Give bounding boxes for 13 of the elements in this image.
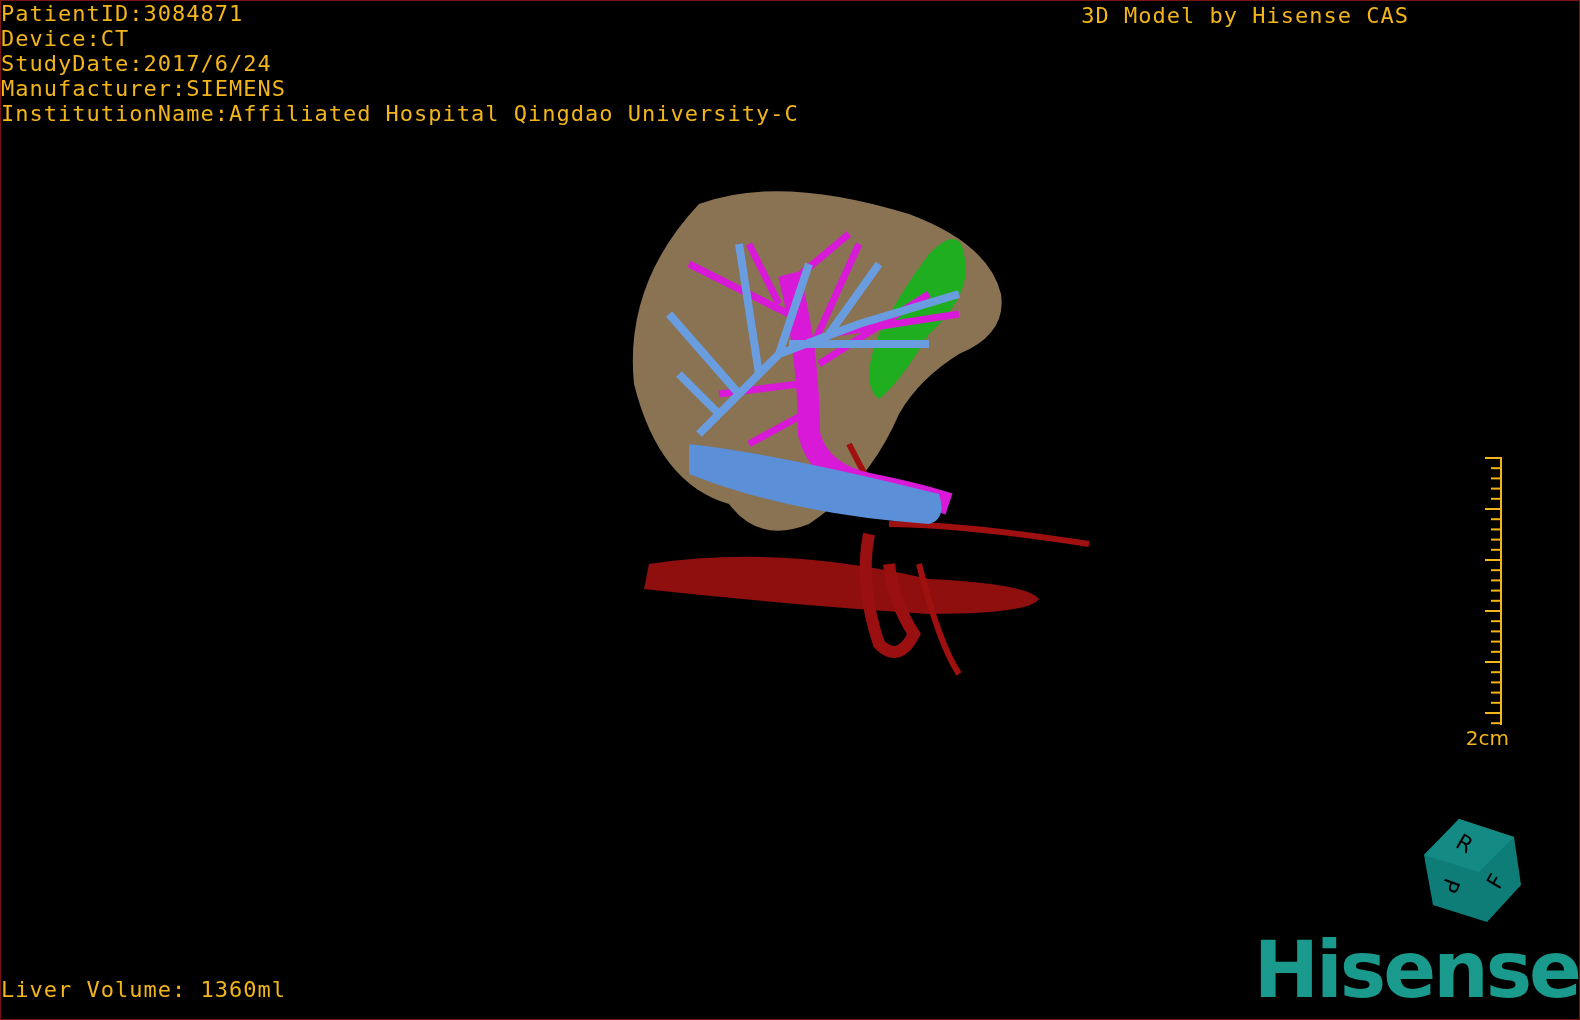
viewer-title: 3D Model by Hisense CAS	[1081, 2, 1409, 30]
info-text: Manufacturer:SIEMENS	[1, 76, 287, 101]
scale-label: 2cm	[1465, 726, 1509, 750]
cube-face-label: R	[1451, 829, 1478, 859]
info-text: InstitutionName:Affiliated Hospital Qingdao University-C	[1, 101, 799, 126]
info-text: StudyDate:2017/6/24	[1, 51, 273, 76]
info-text: PatientID:3084871	[1, 1, 245, 26]
volume-text: Liver Volume: 1360ml	[1, 977, 286, 1003]
info-text: Device:CT	[1, 26, 131, 51]
viewer-viewport[interactable]: PatientID:3084871 Device:CT StudyDate:2017/6/24 Manufacturer:SIEMENS InstitutionName:Affiliated Hospital Qingdao University-C 3D Model by Hisense CAS 2cm Liver Volume: 1360ml R F P Hisense	[0, 0, 1580, 1020]
cube-face-label: F	[1481, 869, 1510, 893]
brand-logo: Hisense	[1253, 935, 1579, 1005]
cube-face-label: P	[1436, 875, 1465, 897]
